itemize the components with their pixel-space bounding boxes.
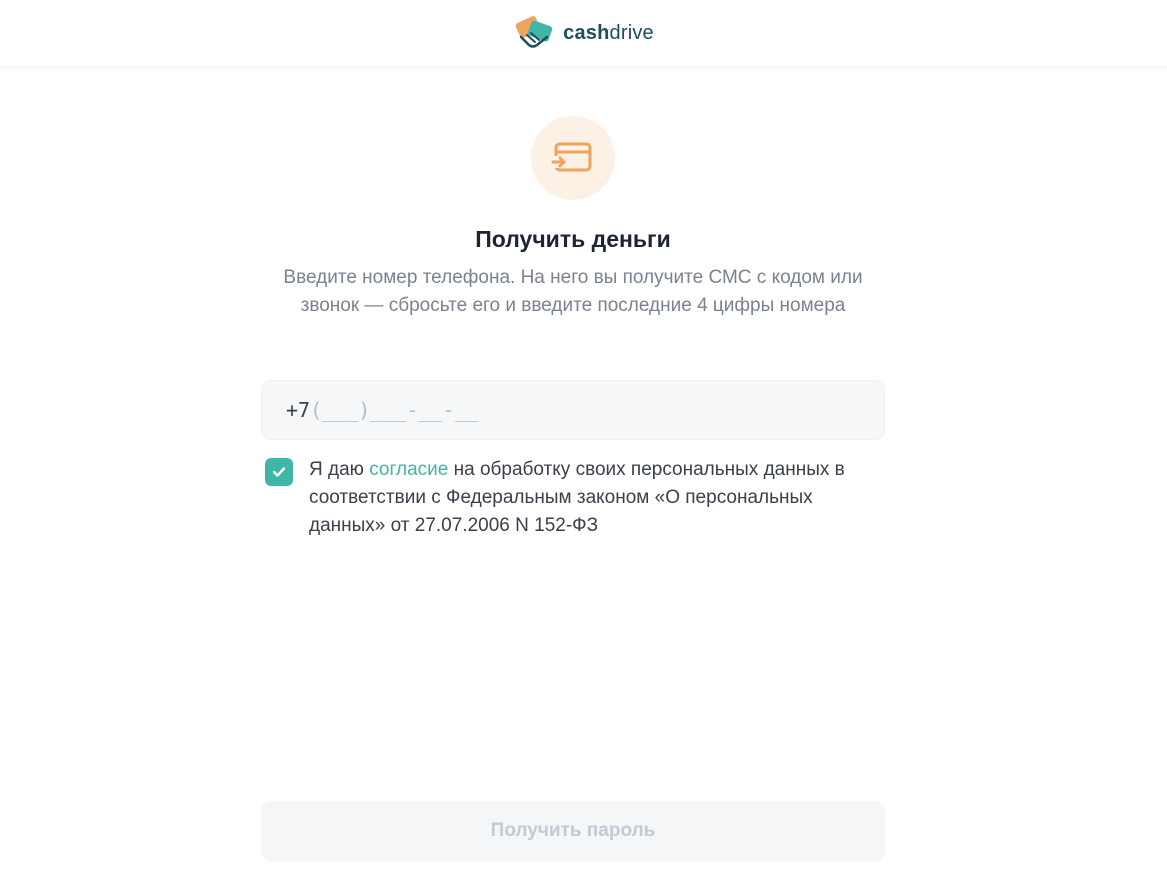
checkmark-icon (272, 467, 286, 477)
consent-link[interactable]: согласие (369, 459, 448, 480)
logo[interactable]: cashdrive (513, 15, 654, 51)
brand-name-light: drive (609, 21, 654, 44)
page-title: Получить деньги (475, 226, 671, 252)
header: cashdrive (0, 0, 1167, 66)
hero-icon-badge (531, 116, 615, 200)
phone-prefix: +7 (286, 398, 311, 422)
handshake-card-icon (515, 16, 553, 48)
get-password-button[interactable]: Получить пароль (261, 801, 885, 861)
brand-name: cashdrive (563, 22, 654, 45)
consent-text-before: Я даю (309, 459, 370, 480)
phone-mask-placeholder: (___)___-__-__ (310, 398, 479, 422)
consent-row: Я даю согласие на обработку своих персон… (265, 456, 885, 540)
consent-checkbox[interactable] (265, 458, 293, 486)
brand-name-bold: cash (563, 21, 610, 44)
card-transfer-icon (551, 142, 592, 172)
page-subtitle: Введите номер телефона. На него вы получ… (283, 267, 863, 316)
phone-input[interactable]: +7 (___)___-__-__ (261, 380, 885, 440)
consent-text: Я даю согласие на обработку своих персон… (309, 456, 885, 540)
